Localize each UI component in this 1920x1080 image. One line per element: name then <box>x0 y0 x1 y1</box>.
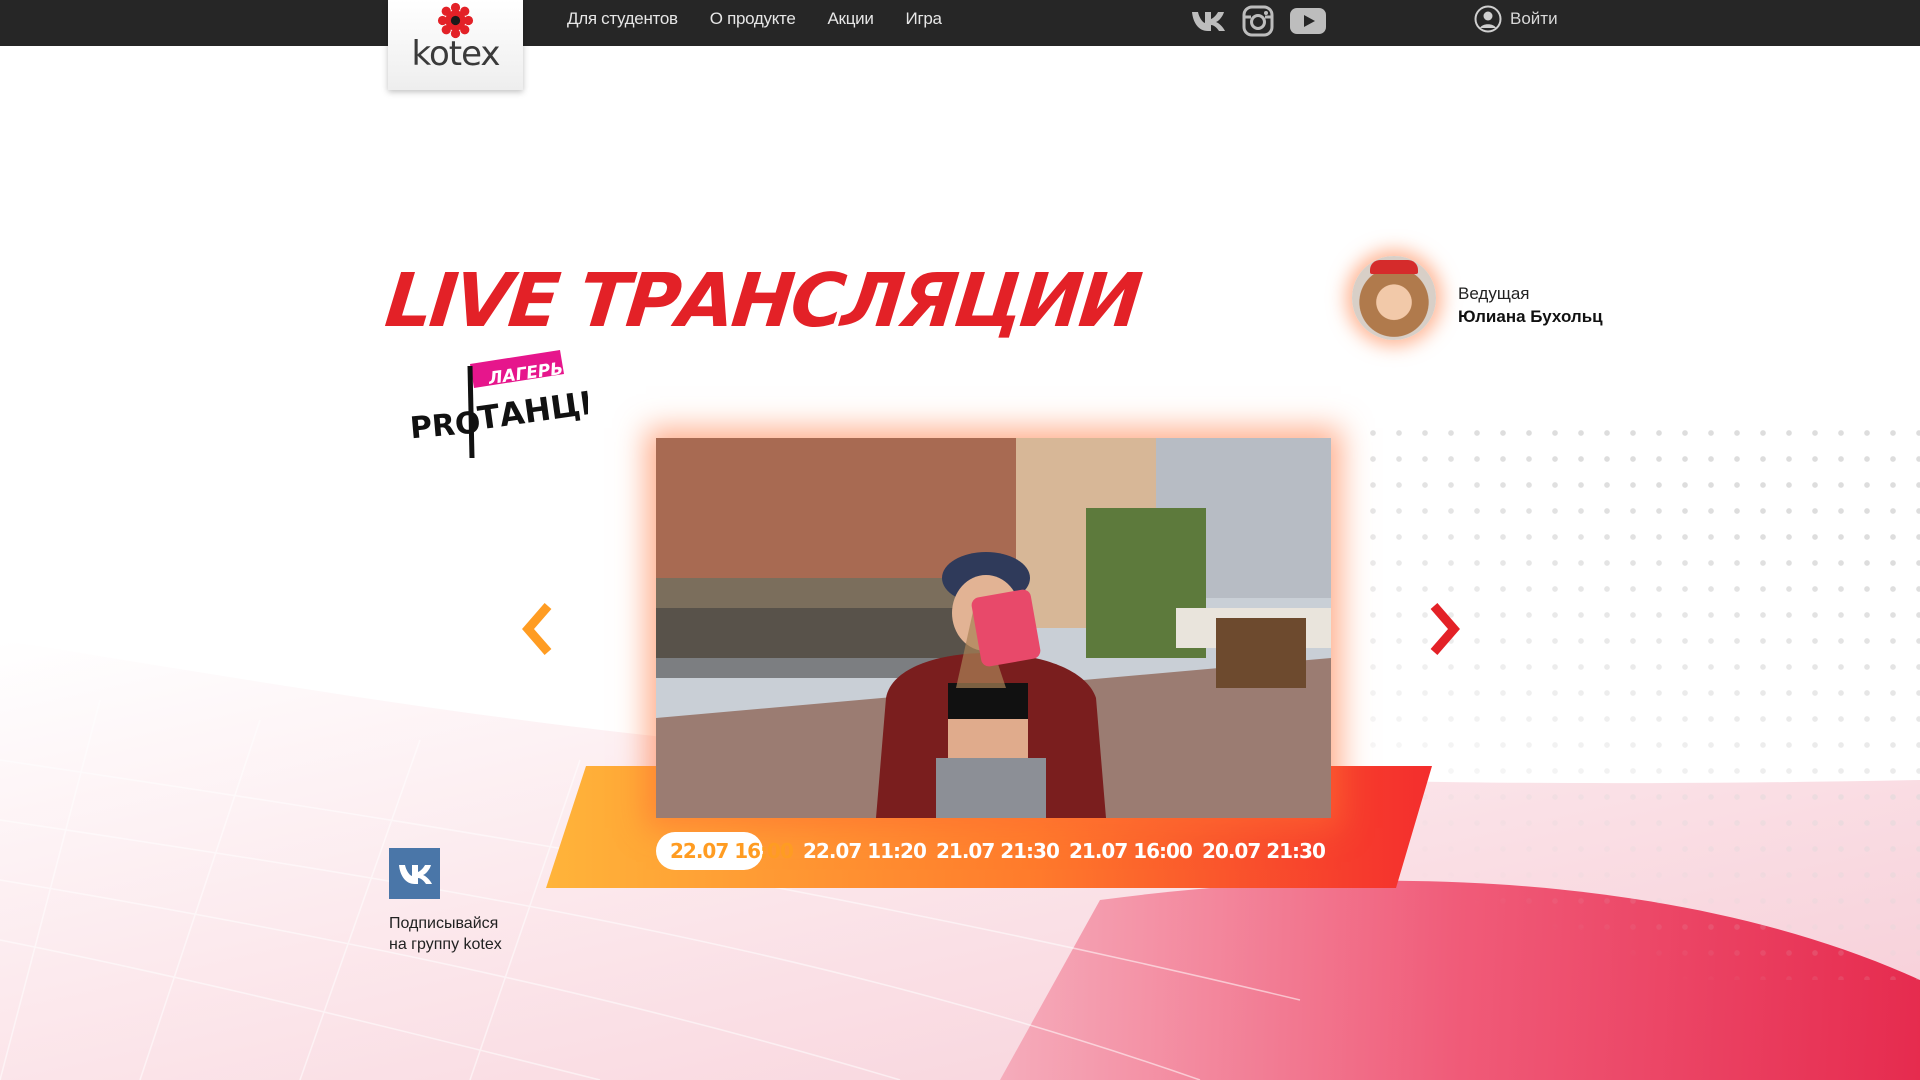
page-title: LIVE ТРАНСЛЯЦИИ <box>381 258 1143 344</box>
host-name: Юлиана Бухольц <box>1458 307 1603 326</box>
nav-item-students[interactable]: Для студентов <box>567 9 678 29</box>
youtube-icon[interactable] <box>1290 4 1326 38</box>
top-navigation-bar: Для студентов О продукте Акции Игра Войт… <box>0 0 1920 46</box>
instagram-icon[interactable] <box>1240 4 1276 38</box>
nav-item-product[interactable]: О продукте <box>710 9 796 29</box>
login-label: Войти <box>1510 9 1558 28</box>
vk-subscribe-text[interactable]: на группу kotex <box>389 936 502 954</box>
video-player[interactable] <box>656 438 1331 818</box>
vk-group-button[interactable] <box>389 848 440 899</box>
user-icon <box>1474 5 1502 33</box>
broadcast-date-active[interactable]: 22.07 16:00 <box>656 832 794 870</box>
broadcast-date[interactable]: 22.07 11:20 <box>789 832 927 870</box>
vk-icon[interactable] <box>1190 4 1226 38</box>
logo-text: kotex <box>411 34 500 74</box>
nav-item-game[interactable]: Игра <box>906 9 942 29</box>
background-dots <box>1360 420 1920 980</box>
host-label: Ведущая <box>1458 284 1530 303</box>
video-frame-image <box>656 438 1331 818</box>
event-logo-right: ТАНЦЫ <box>475 381 588 438</box>
pro-tantsy-logo: ЛАГЕРЬ PRO ТАНЦЫ <box>409 350 588 458</box>
main-nav: Для студентов О продукте Акции Игра <box>567 9 942 29</box>
event-logo-left: PRO <box>409 405 482 446</box>
prev-arrow-icon[interactable] <box>518 600 558 658</box>
host-cap <box>1370 260 1418 274</box>
broadcast-date[interactable]: 21.07 16:00 <box>1055 832 1193 870</box>
broadcast-date[interactable]: 20.07 21:30 <box>1188 832 1326 870</box>
social-links <box>1190 4 1326 38</box>
next-arrow-icon[interactable] <box>1424 600 1464 658</box>
broadcast-date[interactable]: 21.07 21:30 <box>922 832 1060 870</box>
kotex-logo[interactable]: kotex <box>388 0 523 90</box>
nav-item-promotions[interactable]: Акции <box>828 9 874 29</box>
login-button[interactable]: Войти <box>1474 5 1558 33</box>
broadcast-date-list: 22.07 16:00 22.07 11:20 21.07 21:30 21.0… <box>656 832 1326 870</box>
vk-icon <box>398 864 432 884</box>
vk-subscribe-text[interactable]: Подписывайся <box>389 915 498 933</box>
